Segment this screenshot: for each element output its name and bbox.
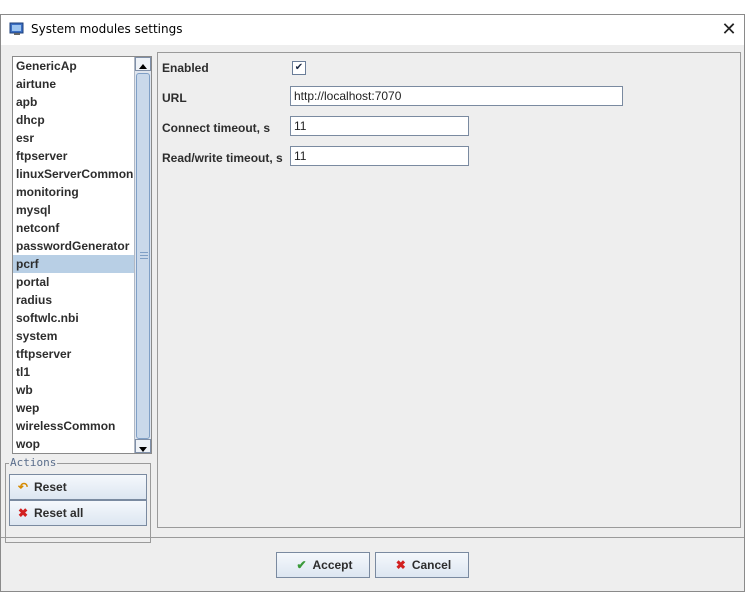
- checkmark-icon: ✔: [296, 558, 307, 572]
- module-settings-panel: Enabled ✔ URL Connect timeout, s Read/wr…: [157, 52, 741, 528]
- title-bar: System modules settings ✕: [1, 15, 744, 45]
- list-item[interactable]: system: [13, 327, 134, 345]
- list-item[interactable]: ftpserver: [13, 147, 134, 165]
- list-item[interactable]: tftpserver: [13, 345, 134, 363]
- list-item[interactable]: apb: [13, 93, 134, 111]
- reset-all-button[interactable]: ✖ Reset all: [9, 500, 147, 526]
- cross-icon: ✖: [395, 558, 406, 572]
- list-item[interactable]: softwlc.nbi: [13, 309, 134, 327]
- list-item[interactable]: monitoring: [13, 183, 134, 201]
- scroll-down-button[interactable]: [135, 439, 151, 453]
- scroll-up-button[interactable]: [135, 57, 151, 71]
- settings-window: System modules settings ✕ GenericAp airtu…: [0, 14, 745, 592]
- actions-label: Actions: [9, 456, 58, 469]
- enabled-label: Enabled: [162, 61, 209, 75]
- app-icon: [9, 22, 24, 35]
- reset-all-label: Reset all: [34, 506, 84, 520]
- enabled-checkbox[interactable]: ✔: [292, 61, 306, 75]
- list-item[interactable]: wirelessCommon: [13, 417, 134, 435]
- reset-button[interactable]: ↶ Reset: [9, 474, 147, 500]
- list-item[interactable]: GenericAp: [13, 57, 134, 75]
- list-item[interactable]: netconf: [13, 219, 134, 237]
- reset-label: Reset: [34, 480, 67, 494]
- list-item[interactable]: passwordGenerator: [13, 237, 134, 255]
- modules-list-items: GenericAp airtune apb dhcp esr ftpserver linux…: [13, 57, 134, 453]
- accept-button[interactable]: ✔ Accept: [276, 552, 370, 578]
- cancel-button[interactable]: ✖ Cancel: [375, 552, 469, 578]
- actions-group: Actions ↶ Reset ✖ Reset all: [5, 456, 151, 543]
- close-icon[interactable]: ✕: [714, 15, 744, 45]
- scroll-thumb[interactable]: [136, 73, 150, 439]
- thumb-grip: [140, 252, 148, 253]
- connect-timeout-label: Connect timeout, s: [162, 121, 271, 135]
- undo-icon: ↶: [17, 480, 29, 494]
- cross-icon: ✖: [17, 506, 29, 520]
- url-field[interactable]: [290, 86, 623, 106]
- thumb-grip: [140, 258, 148, 259]
- list-item[interactable]: esr: [13, 129, 134, 147]
- connect-timeout-field[interactable]: [290, 116, 469, 136]
- list-item[interactable]: linuxServerCommon: [13, 165, 134, 183]
- list-item[interactable]: portal: [13, 273, 134, 291]
- cancel-label: Cancel: [411, 558, 452, 572]
- list-item[interactable]: airtune: [13, 75, 134, 93]
- list-item[interactable]: radius: [13, 291, 134, 309]
- list-item[interactable]: pcrf: [13, 255, 134, 273]
- thumb-grip: [140, 255, 148, 256]
- rw-timeout-field[interactable]: [290, 146, 469, 166]
- dialog-button-bar: ✔ Accept ✖ Cancel: [1, 537, 744, 592]
- list-item[interactable]: wb: [13, 381, 134, 399]
- list-item[interactable]: mysql: [13, 201, 134, 219]
- list-item[interactable]: wep: [13, 399, 134, 417]
- window-title: System modules settings: [31, 22, 183, 36]
- list-item[interactable]: dhcp: [13, 111, 134, 129]
- list-item[interactable]: tl1: [13, 363, 134, 381]
- modules-list[interactable]: GenericAp airtune apb dhcp esr ftpserver linux…: [12, 56, 152, 454]
- url-label: URL: [162, 91, 187, 105]
- arrow-down-icon: [139, 447, 147, 452]
- arrow-up-icon: [139, 64, 147, 69]
- list-item[interactable]: wop: [13, 435, 134, 453]
- modules-scrollbar[interactable]: [134, 57, 151, 453]
- accept-label: Accept: [312, 558, 353, 572]
- rw-timeout-label: Read/write timeout, s: [162, 151, 283, 165]
